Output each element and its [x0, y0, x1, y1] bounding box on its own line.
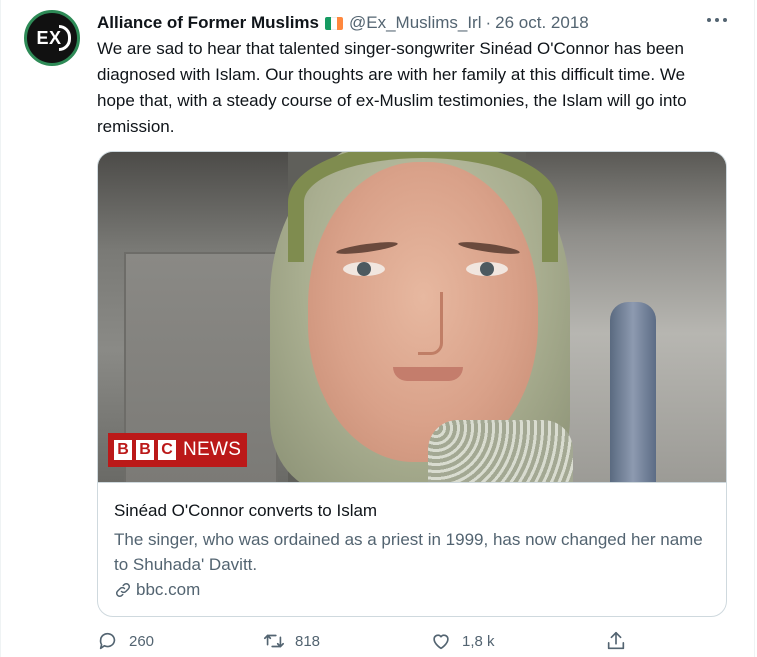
retweet-count: 818	[295, 632, 321, 650]
bbc-news-logo: B B C NEWS	[108, 433, 248, 467]
card-description: The singer, who was ordained as a priest…	[114, 530, 703, 574]
author-handle[interactable]: @Ex_Muslims_Irl	[349, 13, 482, 33]
share-button[interactable]	[605, 630, 627, 652]
link-icon	[115, 582, 131, 598]
reply-count: 260	[129, 632, 155, 650]
avatar-label: EX	[36, 27, 62, 48]
like-icon	[433, 634, 449, 650]
tweet-text: We are sad to hear that talented singer-…	[97, 39, 687, 136]
more-icon	[707, 18, 727, 22]
like-button[interactable]: 1,8 k	[430, 630, 495, 652]
column-divider-left	[0, 0, 1, 657]
author-name[interactable]: Alliance of Former Muslims	[97, 13, 319, 33]
more-options-button[interactable]	[703, 14, 731, 26]
share-icon	[607, 631, 625, 650]
tweet-header: Alliance of Former Muslims @Ex_Muslims_I…	[97, 12, 589, 34]
separator-dot: ·	[485, 13, 492, 32]
tweet-date[interactable]: 26 oct. 2018	[495, 13, 589, 33]
link-card[interactable]: B B C NEWS Sinéad O'Connor converts to I…	[97, 151, 727, 617]
retweet-button[interactable]: 818	[263, 630, 320, 652]
reply-button[interactable]: 260	[97, 630, 154, 652]
column-divider-right	[754, 0, 755, 657]
ireland-flag-icon	[325, 16, 343, 30]
card-domain-text: bbc.com	[136, 580, 201, 599]
avatar[interactable]: EX	[24, 10, 80, 66]
card-title: Sinéad O'Connor converts to Islam	[114, 501, 378, 520]
like-count: 1,8 k	[462, 632, 495, 650]
action-bar: 260 818 1,8 k	[97, 630, 637, 656]
crescent-icon	[59, 25, 71, 51]
card-body: Sinéad O'Connor converts to Islam The si…	[98, 482, 726, 600]
retweet-icon	[264, 634, 284, 648]
card-image: B B C NEWS	[98, 152, 726, 482]
card-domain: bbc.com	[114, 580, 710, 600]
reply-icon	[99, 632, 116, 650]
